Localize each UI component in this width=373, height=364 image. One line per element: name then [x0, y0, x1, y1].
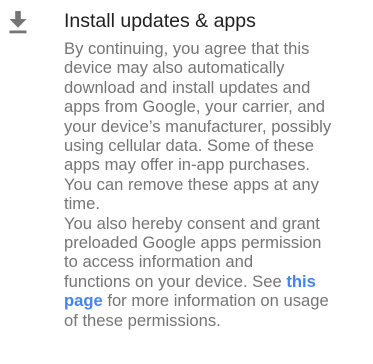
setting-title: Install updates & apps [64, 10, 256, 32]
description-line: apps from Google, your carrier, and [64, 97, 326, 117]
text-after-link: for more information on usage [102, 291, 329, 311]
this-page-link-continued[interactable]: page [64, 291, 103, 310]
description-line: page for more information on usage [64, 291, 370, 310]
description-line: By continuing, you agree that this [64, 39, 310, 58]
description-line: preloaded Google apps permission [64, 233, 322, 253]
text-before-link: functions on your device. See [64, 271, 287, 291]
download-icon [8, 10, 28, 34]
description-line: You also hereby consent and grant [64, 213, 320, 233]
description-line: You can remove these apps at any [64, 174, 319, 194]
description-line: apps may offer in-app purchases. [64, 155, 310, 175]
this-page-link[interactable]: this [286, 272, 316, 291]
description-line: to access information and [64, 252, 254, 272]
description-line: time. [64, 194, 100, 214]
description-line: device may also automatically [64, 58, 285, 78]
description-line: download and install updates and [64, 77, 311, 97]
description-line: your device’s manufacturer, possibly [64, 116, 332, 136]
setting-description: By continuing, you agree that this devic… [64, 39, 370, 330]
description-line: of these permissions. [64, 310, 221, 330]
install-updates-setting: Install updates & apps By continuing, yo… [0, 0, 373, 364]
description-line: functions on your device. See this [64, 272, 370, 291]
description-line: using cellular data. Some of these [64, 136, 314, 156]
